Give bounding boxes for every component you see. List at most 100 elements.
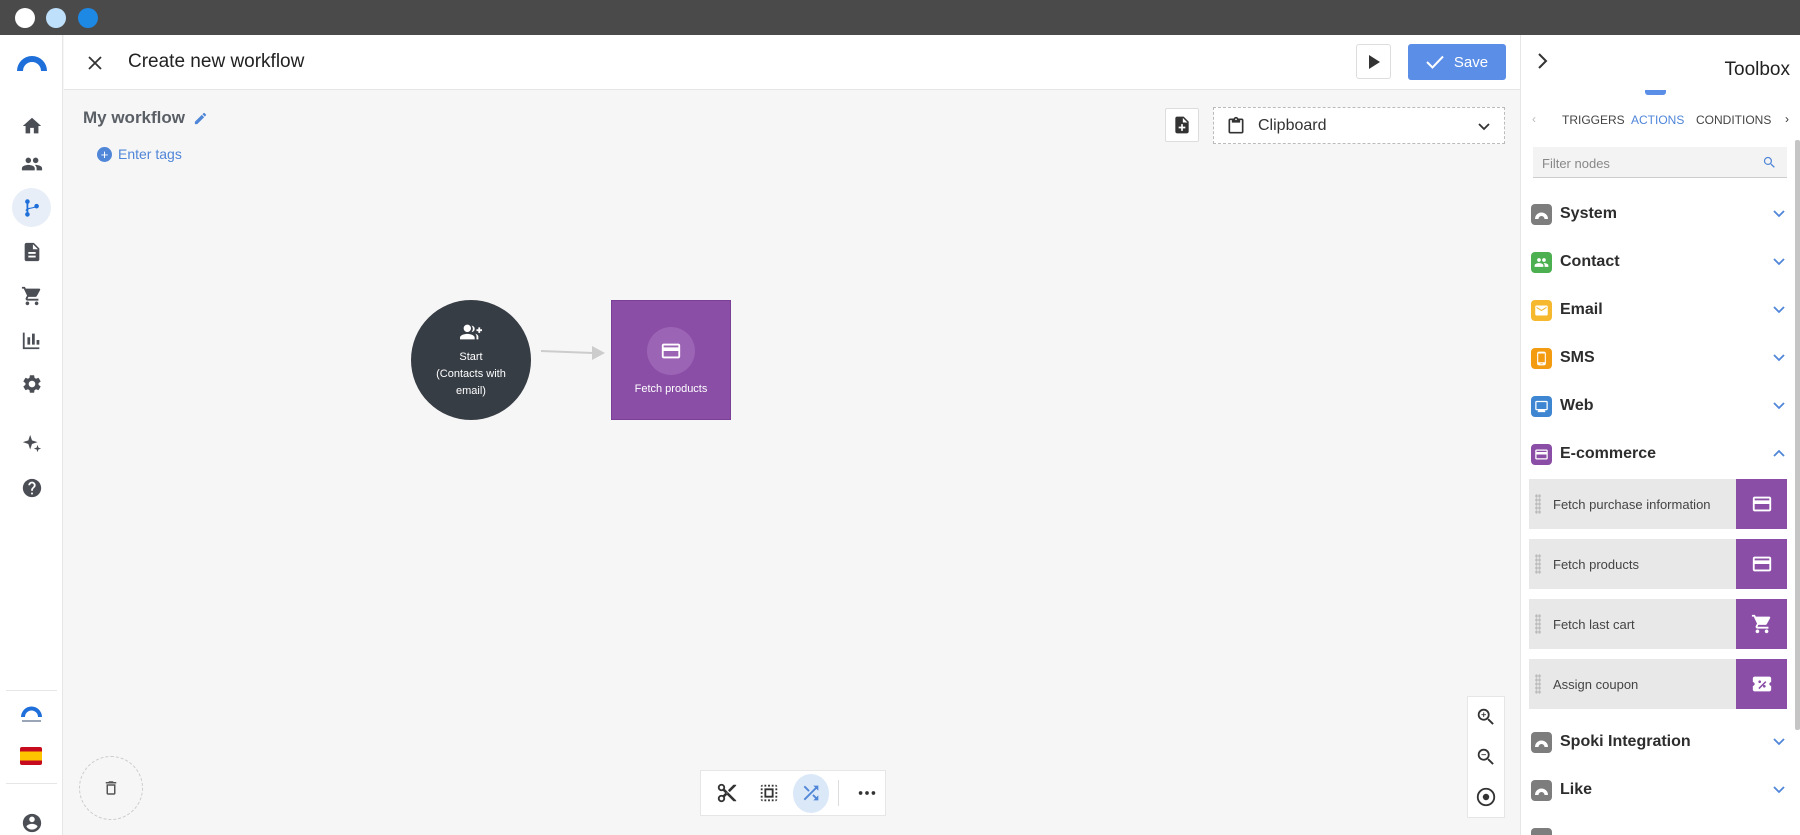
category-partially-hidden[interactable] — [1531, 823, 1787, 835]
node-item-fetch-products[interactable]: Fetch products — [1529, 539, 1787, 589]
node-item-label: Fetch products — [1553, 556, 1639, 572]
close-button[interactable] — [82, 50, 108, 76]
center-focus-icon[interactable] — [1475, 786, 1497, 808]
start-node-label-line3: email) — [456, 385, 486, 397]
window-maximize-dot[interactable] — [78, 8, 98, 28]
cut-button[interactable] — [709, 774, 746, 813]
category-sms[interactable]: SMS — [1531, 343, 1787, 373]
document-icon[interactable] — [12, 232, 51, 271]
workflow-name-text: My workflow — [83, 108, 186, 127]
workspace-switcher — [6, 690, 57, 784]
cart-icon[interactable] — [12, 276, 51, 315]
chevron-left-icon[interactable]: ‹ — [1532, 112, 1536, 126]
window-titlebar — [0, 0, 1800, 35]
node-item-fetch-purchase-information[interactable]: Fetch purchase information — [1529, 479, 1787, 529]
category-label: System — [1560, 205, 1617, 222]
workflow-name[interactable]: My workflow — [83, 108, 208, 128]
category-spoki-integration[interactable]: Spoki Integration — [1531, 727, 1787, 757]
more-options-button[interactable] — [848, 774, 885, 813]
toolbar-divider — [838, 780, 840, 806]
delete-dropzone[interactable] — [79, 756, 143, 820]
chevron-right-icon[interactable] — [1536, 50, 1550, 72]
filter-nodes-input[interactable]: Filter nodes — [1533, 147, 1787, 178]
check-icon — [1426, 55, 1444, 69]
start-node[interactable]: Start (Contacts with email) — [411, 300, 531, 420]
group-add-icon — [460, 324, 482, 340]
fetch-products-node[interactable]: Fetch products — [611, 300, 731, 420]
category-label: Spoki Integration — [1560, 733, 1691, 750]
zoom-in-icon[interactable] — [1475, 706, 1497, 728]
workflow-canvas[interactable]: My workflow + Enter tags Clipboard Start… — [64, 91, 1520, 835]
home-icon[interactable] — [12, 106, 51, 145]
chevron-right-icon[interactable]: › — [1785, 112, 1789, 126]
coupon-icon — [1736, 659, 1787, 709]
enter-tags-button[interactable]: + Enter tags — [97, 146, 182, 162]
category-label: Web — [1560, 397, 1594, 414]
system-icon — [1531, 731, 1552, 753]
play-icon — [1368, 54, 1380, 69]
user-account-icon[interactable] — [12, 803, 51, 835]
tab-conditions[interactable]: CONDITIONS — [1696, 113, 1771, 127]
toolbox-title: Toolbox — [1724, 59, 1791, 80]
category-system[interactable]: System — [1531, 199, 1787, 229]
page-title: Create new workflow — [128, 51, 305, 72]
drag-handle-icon[interactable] — [1535, 494, 1541, 514]
category-label: SMS — [1560, 349, 1595, 366]
chevron-up-icon — [1773, 449, 1785, 457]
toolbox-scrollbar[interactable] — [1795, 140, 1800, 730]
system-icon — [1531, 779, 1552, 801]
clipboard-label: Clipboard — [1258, 116, 1327, 134]
select-all-button[interactable] — [751, 774, 788, 813]
category-ecommerce[interactable]: E-commerce — [1531, 439, 1787, 469]
node-item-fetch-last-cart[interactable]: Fetch last cart — [1529, 599, 1787, 649]
category-like[interactable]: Like — [1531, 775, 1787, 805]
canvas-toolbar — [700, 770, 886, 816]
card-icon — [1531, 443, 1552, 465]
zoom-controls — [1467, 696, 1505, 818]
workflow-icon[interactable] — [12, 188, 51, 227]
add-note-button[interactable] — [1165, 108, 1199, 142]
chevron-down-icon — [1773, 354, 1785, 362]
tab-triggers[interactable]: TRIGGERS — [1562, 113, 1625, 127]
phone-icon — [1531, 347, 1552, 369]
contacts-icon[interactable] — [12, 144, 51, 183]
drag-handle-icon[interactable] — [1535, 614, 1541, 634]
drag-handle-icon[interactable] — [1535, 554, 1541, 574]
category-web[interactable]: Web — [1531, 391, 1787, 421]
category-label: Like — [1560, 781, 1593, 798]
search-icon — [1763, 156, 1775, 168]
more-horizontal-icon — [858, 791, 875, 795]
enter-tags-label: Enter tags — [118, 146, 182, 162]
run-test-button[interactable] — [1356, 44, 1391, 79]
node-icon-circle — [647, 327, 695, 375]
filter-placeholder: Filter nodes — [1542, 156, 1610, 171]
edit-pencil-icon[interactable] — [193, 111, 208, 126]
bar-chart-icon[interactable] — [12, 320, 51, 359]
category-email[interactable]: Email — [1531, 295, 1787, 325]
clipboard-dropdown[interactable]: Clipboard — [1213, 107, 1505, 144]
category-label: Email — [1560, 301, 1603, 318]
window-minimize-dot[interactable] — [46, 8, 66, 28]
chevron-down-icon — [1773, 306, 1785, 314]
settings-gear-icon[interactable] — [12, 364, 51, 403]
category-label: Contact — [1560, 253, 1620, 270]
start-node-label-line1: Start — [459, 351, 483, 363]
add-circle-icon: + — [97, 146, 112, 162]
close-icon — [88, 56, 102, 70]
mail-icon — [1531, 299, 1552, 321]
brand-logo-icon[interactable] — [18, 703, 45, 725]
app-logo-icon[interactable] — [14, 49, 50, 75]
category-contact[interactable]: Contact — [1531, 247, 1787, 277]
zoom-out-icon[interactable] — [1475, 746, 1497, 768]
sparkle-ai-icon[interactable] — [12, 424, 51, 463]
node-item-assign-coupon[interactable]: Assign coupon — [1529, 659, 1787, 709]
spain-flag-icon[interactable] — [20, 747, 42, 765]
auto-arrange-button[interactable] — [792, 773, 830, 813]
help-icon[interactable] — [12, 468, 51, 507]
save-button[interactable]: Save — [1408, 44, 1506, 80]
editor-header: Create new workflow Save — [64, 35, 1520, 90]
drag-handle-icon[interactable] — [1535, 674, 1541, 694]
tab-actions[interactable]: ACTIONS — [1631, 113, 1684, 127]
toolbox-tabs: ‹ TRIGGERS ACTIONS CONDITIONS › — [1521, 105, 1800, 135]
window-close-dot[interactable] — [15, 8, 35, 28]
